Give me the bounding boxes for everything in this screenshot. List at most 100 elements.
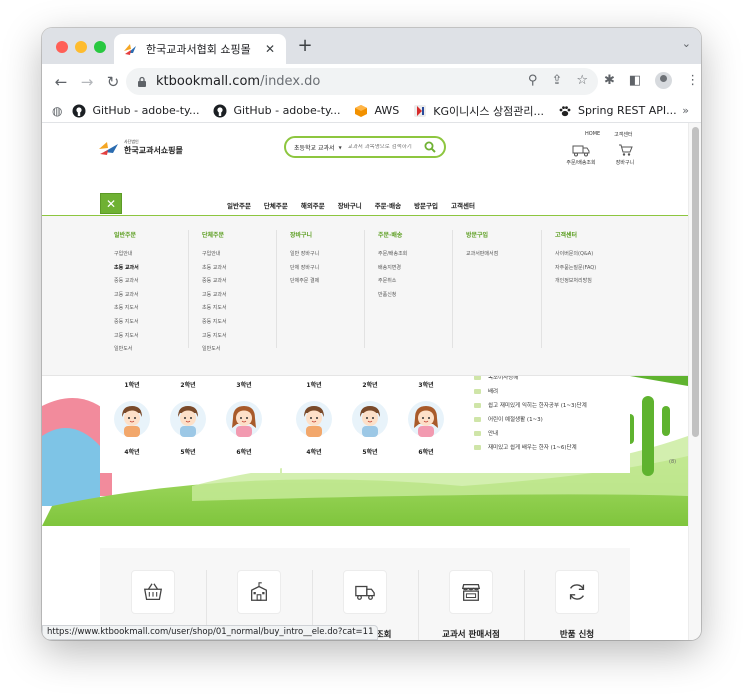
- bookmark-inicis[interactable]: KG이니시스 상점관리...: [413, 103, 544, 119]
- site-header: 사단법인 한국교과서쇼핑몰 초등학교 교과서 ▼ HOME 고객센터 주문/배송…: [42, 123, 688, 193]
- browser-toolbar: ← → ↻ ktbookmall.com /index.do ⚲ ⇪ ☆ ✱ ◧…: [42, 64, 701, 99]
- github-icon: [213, 104, 227, 118]
- gnb-item[interactable]: 일반주문: [227, 200, 251, 210]
- grade-link[interactable]: 5학년: [355, 447, 385, 456]
- gnb-item[interactable]: 장바구니: [338, 200, 362, 210]
- tab-close-icon[interactable]: ✕: [262, 42, 278, 56]
- mega-menu: 일반주문 구입안내 초등 교과서 중등 교과서 고등 교과서 초등 지도서 중등 지도서 고등…: [42, 216, 688, 376]
- book-list-item[interactable]: 어린이 예절생활 (1~3): [474, 415, 543, 423]
- guide-divider: [418, 570, 419, 640]
- logo-mark-icon: [98, 140, 120, 156]
- guide-box[interactable]: 교과서 판매서점협회에서 지정한 지역별 교·인접교과서: [418, 548, 524, 640]
- customer-center-link[interactable]: 고객센터: [614, 131, 632, 138]
- search-input[interactable]: [347, 144, 430, 150]
- scrollbar-thumb[interactable]: [692, 127, 699, 437]
- student-avatar-icon[interactable]: [407, 400, 445, 438]
- grade-link[interactable]: 6학년: [229, 447, 259, 456]
- gnb-item[interactable]: 해외주문: [301, 200, 325, 210]
- student-avatar-icon[interactable]: [169, 400, 207, 438]
- order-tracking-link[interactable]: 주문/배송조회: [565, 143, 597, 166]
- grade-link[interactable]: 6학년: [411, 447, 441, 456]
- browser-menu-icon[interactable]: ⋮: [686, 73, 699, 88]
- site-favicon-icon: [122, 41, 138, 57]
- student-avatar-icon[interactable]: [225, 400, 263, 438]
- side-panel-icon[interactable]: ◧: [629, 73, 641, 88]
- grade-link[interactable]: 3학년: [229, 380, 259, 389]
- inicis-icon: [413, 104, 427, 118]
- student-avatar-icon[interactable]: [113, 400, 151, 438]
- hero-banner: 1학년 4학년 2학년 5학년 3학년 6학년 1학년 4학년 2학년 5학년 3학년 6학년 목조이사…: [42, 376, 688, 526]
- link-status-bar: https://www.ktbookmall.com/user/shop/01_…: [42, 625, 379, 640]
- grade-link[interactable]: 4학년: [117, 447, 147, 456]
- mega-menu-divider: [364, 230, 365, 348]
- forward-arrow-icon[interactable]: →: [76, 71, 98, 93]
- gnb-item[interactable]: 방문구입: [414, 200, 438, 210]
- tab-title: 한국교과서협회 쇼핑몰: [146, 43, 251, 56]
- new-tab-button[interactable]: +: [294, 35, 316, 56]
- guide-title: 교과서 판매서점: [442, 630, 500, 640]
- bookmarks-overflow-icon[interactable]: »: [682, 104, 689, 117]
- book-list-item[interactable]: 목조이사랑해: [474, 376, 518, 381]
- search-icon[interactable]: [424, 141, 436, 153]
- truck-icon: [572, 145, 590, 157]
- grade-link[interactable]: 1학년: [299, 380, 329, 389]
- zoom-icon[interactable]: ⚲: [528, 73, 538, 88]
- tab-strip: 한국교과서협회 쇼핑몰 ✕ + ⌄: [42, 28, 701, 64]
- mega-menu-item[interactable]: 자주묻는질문(FAQ): [555, 264, 643, 271]
- gnb-item[interactable]: 주문·배송: [375, 200, 401, 210]
- close-menu-button[interactable]: ✕: [100, 193, 122, 214]
- reload-icon[interactable]: ↻: [102, 71, 124, 93]
- grade-link[interactable]: 3학년: [411, 380, 441, 389]
- student-avatar-icon[interactable]: [351, 400, 389, 438]
- grade-link[interactable]: 4학년: [299, 447, 329, 456]
- grade-link[interactable]: 2학년: [173, 380, 203, 389]
- extensions-puzzle-icon[interactable]: ✱: [604, 73, 615, 88]
- grade-link[interactable]: 1학년: [117, 380, 147, 389]
- book-icon: [474, 388, 481, 394]
- book-list-item[interactable]: 안내: [474, 429, 498, 437]
- browser-window: 한국교과서협회 쇼핑몰 ✕ + ⌄ ← → ↻ ktbookmall.com /…: [42, 28, 701, 640]
- back-arrow-icon[interactable]: ←: [50, 71, 72, 93]
- profile-avatar-icon[interactable]: [655, 72, 673, 89]
- mega-menu-heading[interactable]: 고객센터: [555, 230, 643, 239]
- grade-link[interactable]: 2학년: [355, 380, 385, 389]
- mega-menu-divider: [188, 230, 189, 348]
- bookmark-github-2[interactable]: GitHub - adobe-ty...: [213, 104, 340, 118]
- address-bar[interactable]: ktbookmall.com /index.do ⚲ ⇪ ☆: [126, 68, 598, 95]
- bookmark-star-icon[interactable]: ☆: [576, 73, 588, 88]
- school-icon: [237, 570, 281, 614]
- maximize-window-button[interactable]: [94, 41, 106, 53]
- book-list-item[interactable]: 쉽고 재미있게 익히는 한자공부 (1~3)단계: [474, 401, 587, 409]
- cart-link[interactable]: 장바구니: [609, 143, 641, 166]
- gnb-item[interactable]: 고객센터: [451, 200, 475, 210]
- book-list-item[interactable]: 배려: [474, 387, 498, 395]
- browser-tab[interactable]: 한국교과서협회 쇼핑몰 ✕: [114, 34, 286, 64]
- share-icon[interactable]: ⇪: [551, 73, 562, 88]
- mega-menu-item[interactable]: 개인정보처리방침: [555, 277, 643, 284]
- grade-link[interactable]: 5학년: [173, 447, 203, 456]
- page-scrollbar[interactable]: [688, 123, 701, 640]
- tab-search-chevron-icon[interactable]: ⌄: [682, 37, 691, 50]
- github-icon: [72, 104, 86, 118]
- gnb-item[interactable]: 단체주문: [264, 200, 288, 210]
- guide-divider: [524, 570, 525, 640]
- site-logo[interactable]: 사단법인 한국교과서쇼핑몰: [98, 139, 183, 156]
- minimize-window-button[interactable]: [75, 41, 87, 53]
- store-icon: [449, 570, 493, 614]
- aws-icon: [354, 104, 368, 118]
- student-avatar-icon[interactable]: [295, 400, 333, 438]
- mega-menu-item[interactable]: 사이버문의(Q&A): [555, 250, 643, 257]
- guide-box[interactable]: 반품 신청반품은 주문도서 도착일로부터: [524, 548, 630, 640]
- search-category-select[interactable]: 초등학교 교과서: [294, 143, 335, 152]
- apps-globe-icon[interactable]: ◍: [52, 104, 62, 118]
- bookmark-spring[interactable]: Spring REST API...: [558, 104, 677, 118]
- bookmark-github-1[interactable]: GitHub - adobe-ty...: [72, 104, 199, 118]
- book-list-item[interactable]: 재미있고 쉽게 배우는 한자 (1~6)단계: [474, 443, 577, 451]
- home-link[interactable]: HOME: [585, 131, 600, 138]
- close-window-button[interactable]: [56, 41, 68, 53]
- cart-icon: [619, 144, 633, 156]
- url-host: ktbookmall.com: [156, 74, 261, 89]
- book-icon: [474, 416, 481, 422]
- url-path: /index.do: [260, 74, 321, 89]
- bookmark-aws[interactable]: AWS: [354, 104, 399, 118]
